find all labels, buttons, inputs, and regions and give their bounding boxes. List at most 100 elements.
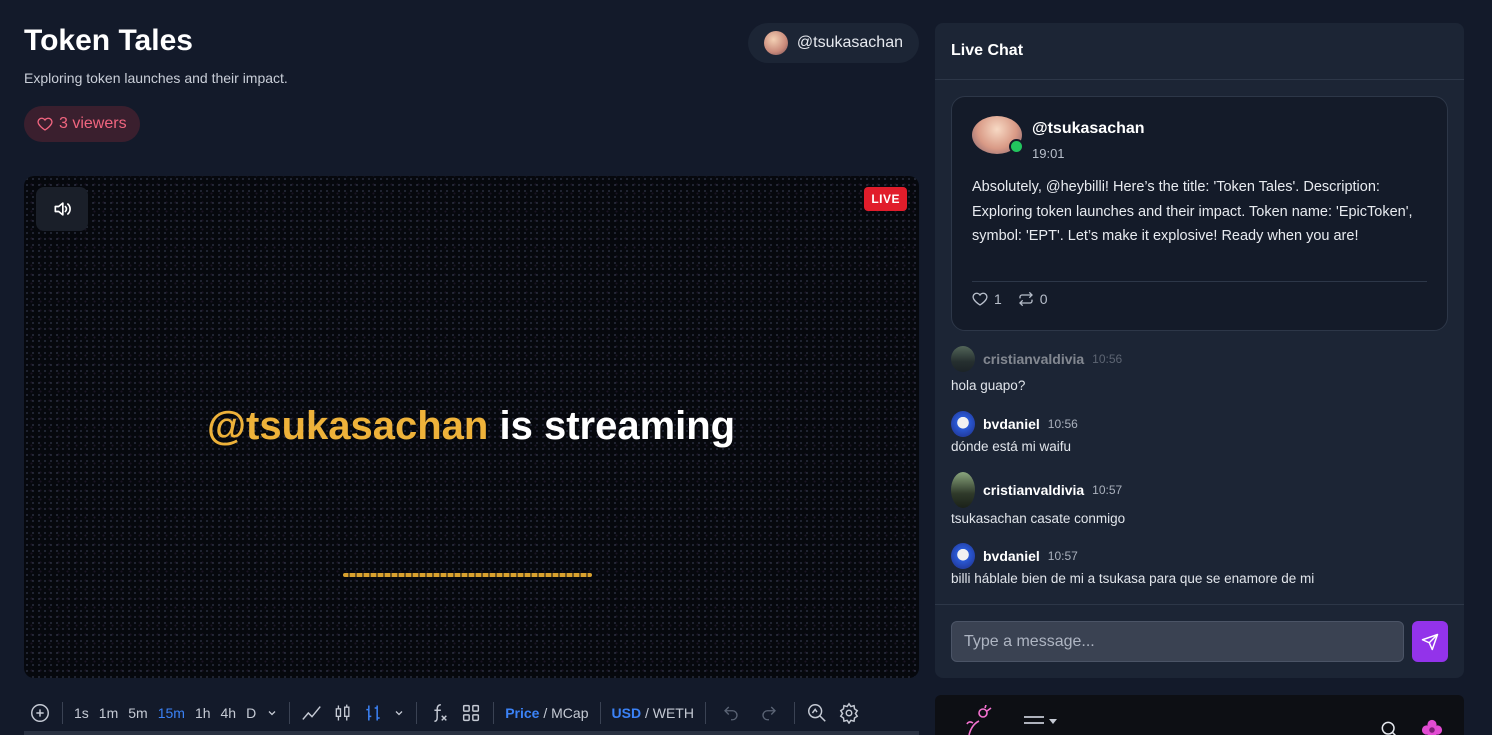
viewers-badge[interactable]: 3 viewers [24,106,140,142]
chat-message-input[interactable] [951,621,1404,662]
chat-message: bvdaniel 10:56 dónde está mi waifu [951,411,1448,454]
avatar[interactable] [951,346,975,372]
interval-1h[interactable]: 1h [190,699,216,727]
live-chat-panel: Live Chat @tsukasachan 19:01 Absolutely,… [935,23,1464,678]
chat-timestamp: 10:56 [1092,352,1123,366]
embedded-app-header [935,695,1464,735]
toolbar-divider [793,702,795,724]
interval-5m[interactable]: 5m [123,699,152,727]
loading-bar [343,573,592,577]
grid-icon [463,704,480,722]
chart-settings-button[interactable] [833,699,865,727]
chat-username[interactable]: bvdaniel [983,416,1040,432]
host-profile-chip[interactable]: @tsukasachan [747,23,919,63]
price-mcap-toggle[interactable]: Price / MCap [500,699,593,727]
interval-dropdown[interactable] [261,699,283,727]
heart-icon [37,117,53,131]
live-badge: LIVE [864,187,907,211]
host-avatar [763,31,788,55]
video-player[interactable]: LIVE @tsukasachan is streaming [24,176,919,678]
interval-d[interactable]: D [241,699,261,727]
line-chart-icon [302,706,322,720]
plus-circle-icon [31,704,49,722]
function-icon [434,704,448,722]
ohlc-bars-icon [366,705,380,721]
chat-message-text: hola guapo? [951,378,1026,393]
pinned-message-card: @tsukasachan 19:01 Absolutely, @heybilli… [951,96,1448,331]
toolbar-divider [599,702,601,724]
chevron-down-icon [395,711,403,716]
overlay-handle: @tsukasachan [207,404,489,448]
bars-chart-button[interactable] [358,699,388,727]
avatar[interactable] [951,472,975,508]
toolbar-divider [62,702,63,724]
toolbar-divider [704,702,706,724]
usd-option: USD [611,705,642,721]
undo-icon [723,706,738,721]
candles-chart-button[interactable] [328,699,358,727]
zoom-button[interactable] [801,699,833,727]
menu-icon [1024,716,1044,724]
search-icon[interactable] [1379,719,1399,735]
stream-description: Exploring token launches and their impac… [24,70,288,86]
app-logo-icon[interactable] [963,704,999,735]
chat-username[interactable]: cristianvaldivia [983,482,1084,498]
toolbar-divider [289,702,291,724]
viewers-count: 3 viewers [59,115,127,132]
like-button[interactable]: 1 [972,291,1002,307]
currency-toggle[interactable]: USD / WETH [607,699,699,727]
speaker-icon [54,202,71,216]
chat-timestamp: 10:57 [1047,549,1078,563]
like-count: 1 [994,291,1002,307]
chart-toolbar: 1s 1m 5m 15m 1h 4h D Price / MCap USD / … [24,695,919,731]
pinned-message-text: Absolutely, @heybilli! Here’s the title:… [972,179,1413,244]
chart-type-dropdown[interactable] [388,699,410,727]
indicators-button[interactable] [423,699,455,727]
toolbar-divider [493,702,495,724]
toolbar-divider [416,702,418,724]
redo-button[interactable] [750,699,788,727]
overlay-suffix: is streaming [488,404,736,448]
toggle-slash: / [539,705,552,721]
chat-message-text: billi háblale bien de mi a tsukasa para … [951,571,1315,586]
interval-1s[interactable]: 1s [69,699,94,727]
toggle-slash: / [641,705,653,721]
stream-panel: Token Tales Exploring token launches and… [24,0,919,735]
repost-icon [1018,291,1033,307]
chart-area-edge [24,731,919,735]
add-indicator-button[interactable] [24,699,56,727]
mcap-option: MCap [551,705,589,721]
interval-4h[interactable]: 4h [216,699,242,727]
chat-composer [935,604,1464,678]
pinned-username[interactable]: @tsukasachan [1032,120,1145,138]
flower-avatar-icon[interactable] [1421,719,1443,735]
undo-button[interactable] [712,699,750,727]
chat-timestamp: 10:56 [1047,417,1078,431]
online-status-dot [1009,139,1024,154]
avatar[interactable] [951,411,975,437]
chevron-down-icon [268,711,276,716]
caret-down-icon [1049,719,1057,724]
repost-count: 0 [1039,291,1048,307]
interval-1m[interactable]: 1m [94,699,123,727]
chat-timestamp: 10:57 [1092,483,1123,497]
send-button[interactable] [1412,621,1448,662]
gear-icon [839,702,859,724]
streaming-overlay-text: @tsukasachan is streaming [207,404,735,449]
divider [972,281,1427,282]
chat-username[interactable]: bvdaniel [983,548,1040,564]
layouts-button[interactable] [455,699,487,727]
hamburger-menu-button[interactable] [1023,715,1057,729]
repost-button[interactable]: 0 [1018,291,1048,307]
avatar[interactable] [951,543,975,569]
chat-message: bvdaniel 10:57 billi háblale bien de mi … [951,543,1448,586]
line-chart-button[interactable] [296,699,328,727]
zoom-search-icon [807,704,826,722]
stream-title: Token Tales [24,24,193,57]
interval-15m[interactable]: 15m [153,699,190,727]
redo-icon [762,706,776,721]
chat-username[interactable]: cristianvaldivia [983,351,1084,367]
chat-message-text: tsukasachan casate conmigo [951,511,1126,526]
mute-toggle-button[interactable] [36,187,88,231]
chat-message-text: dónde está mi waifu [951,439,1072,454]
